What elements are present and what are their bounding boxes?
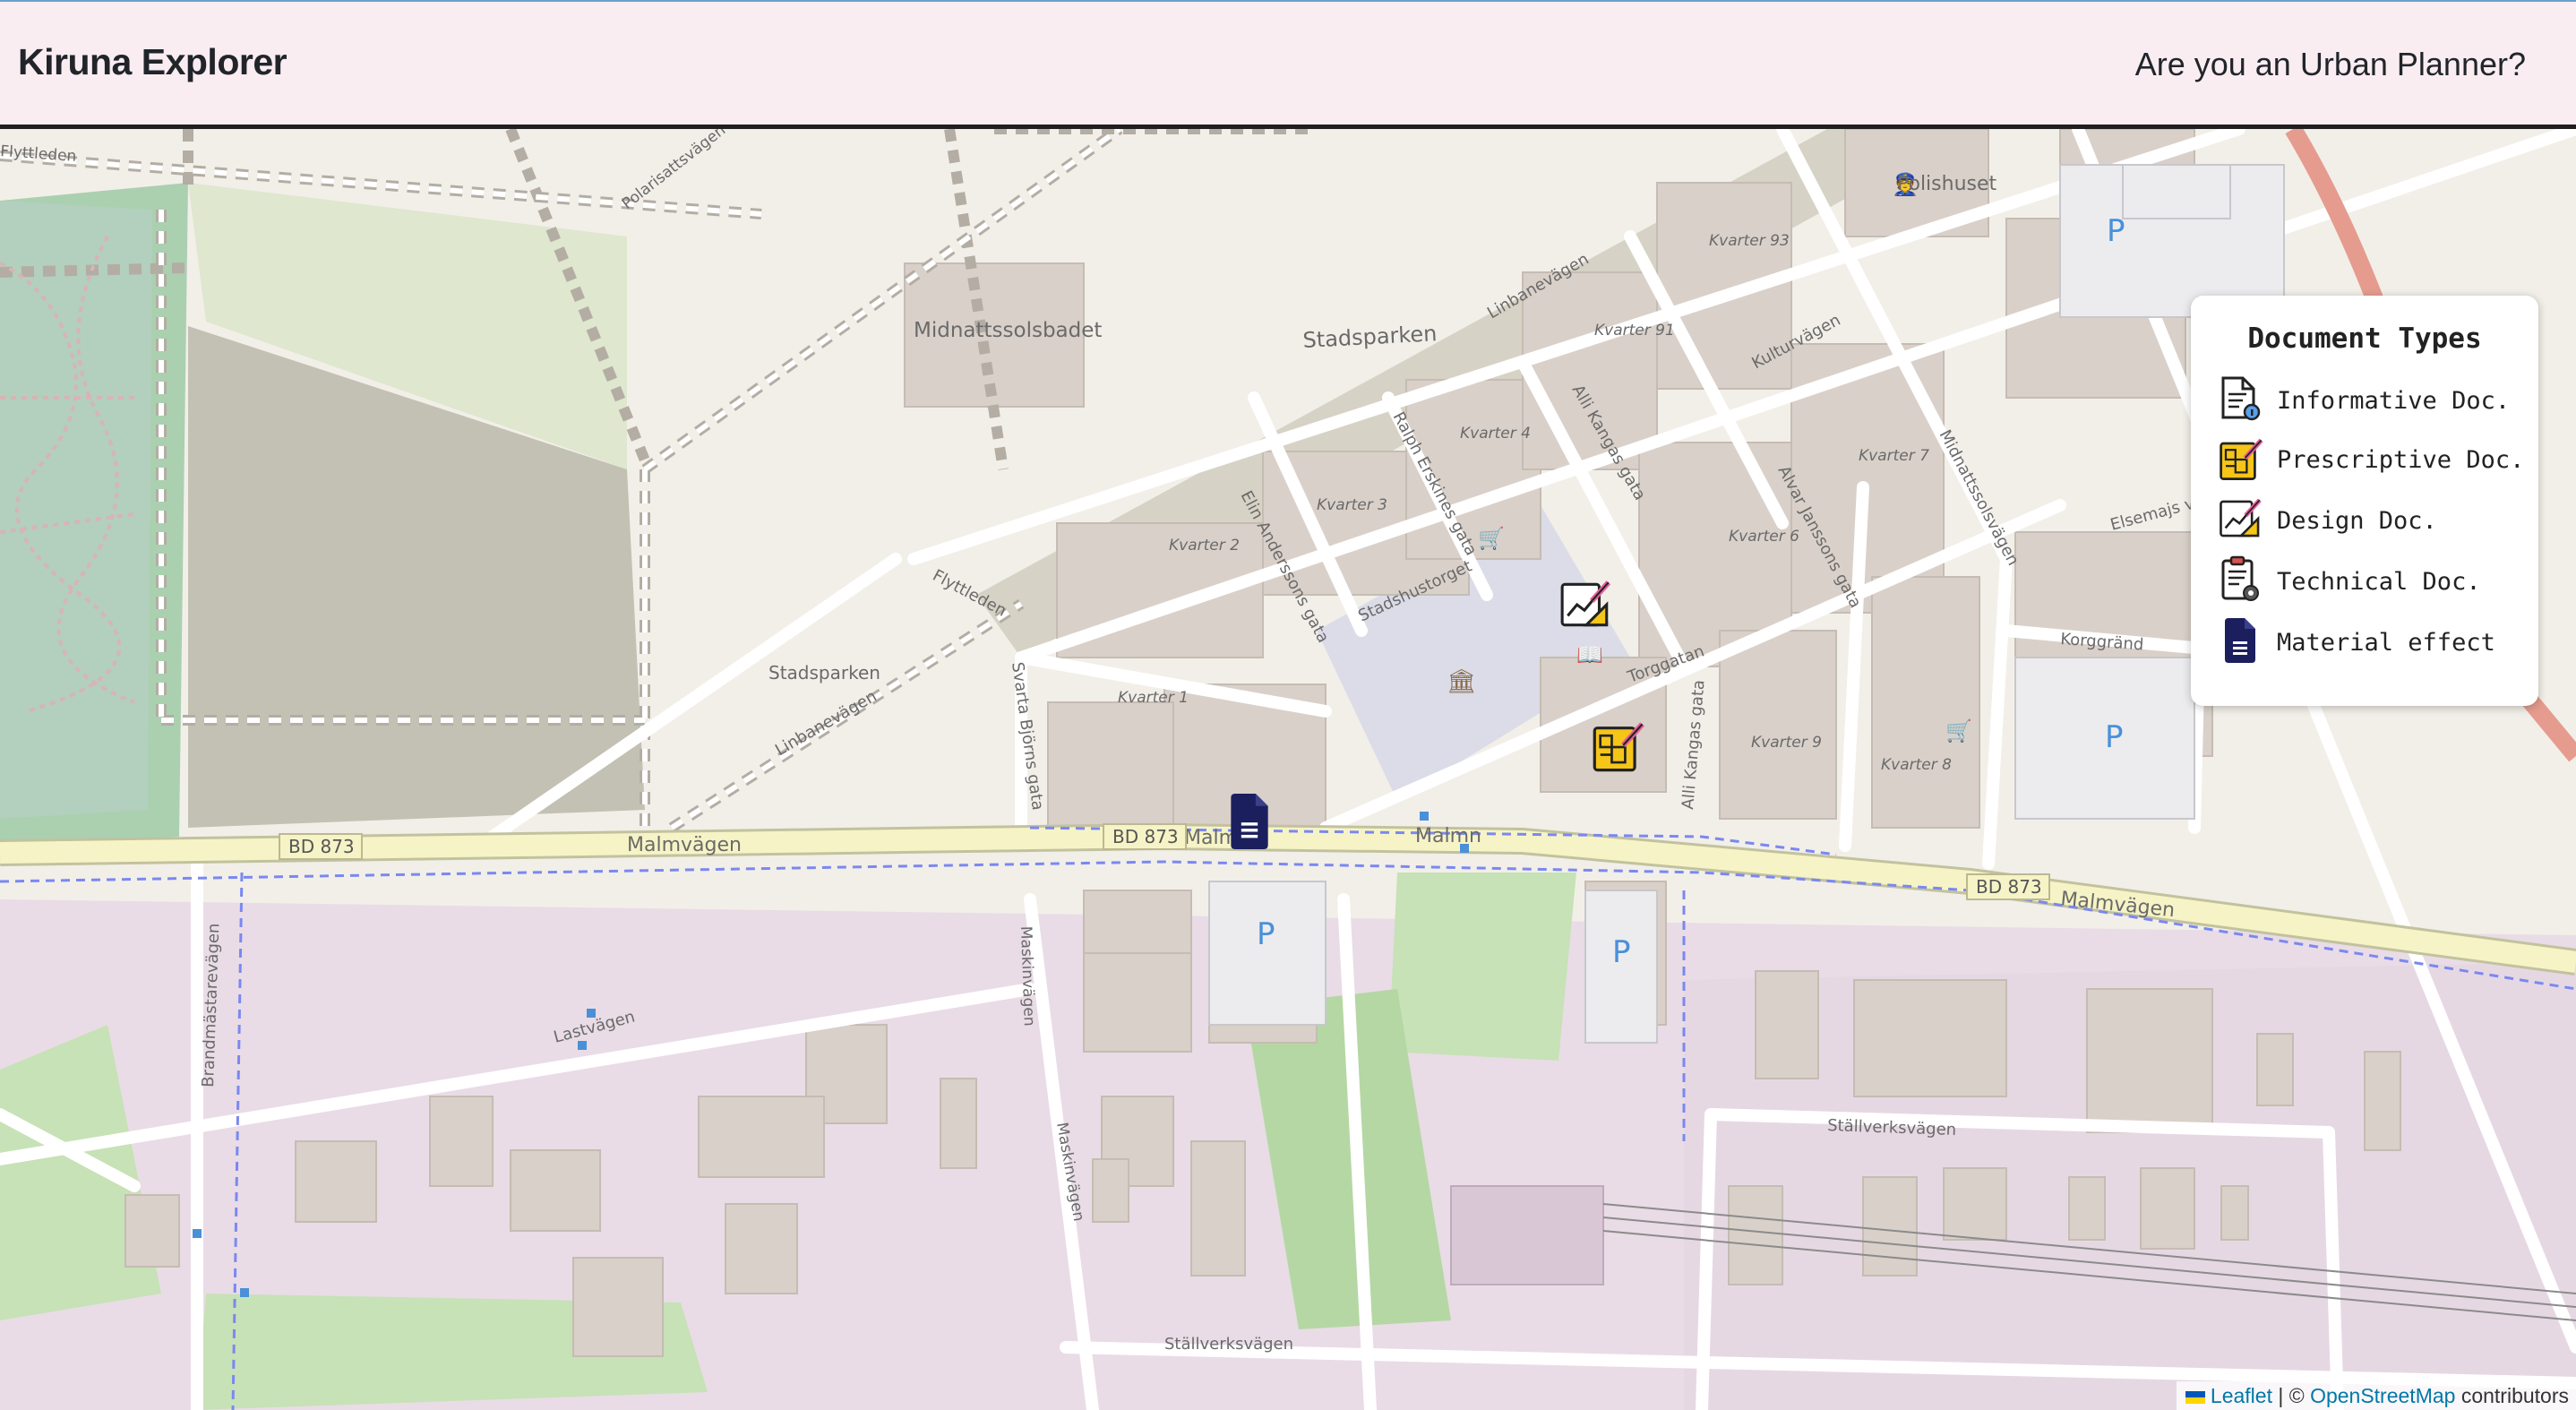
svg-text:📖: 📖 xyxy=(1576,642,1603,667)
svg-text:Kvarter 91: Kvarter 91 xyxy=(1594,322,1675,340)
app-title[interactable]: Kiruna Explorer xyxy=(18,41,288,83)
svg-text:Kvarter 6: Kvarter 6 xyxy=(1729,528,1799,546)
legend-item-prescriptive: Prescriptive Doc. xyxy=(2218,434,2531,487)
legend-item-design: Design Doc. xyxy=(2218,494,2531,548)
legend-item-informative: Informative Doc. xyxy=(2218,374,2531,428)
openstreetmap-link[interactable]: OpenStreetMap xyxy=(2310,1384,2455,1407)
svg-text:Kvarter 4: Kvarter 4 xyxy=(1460,425,1531,443)
legend-label-informative: Informative Doc. xyxy=(2277,387,2511,415)
svg-text:Kvarter 2: Kvarter 2 xyxy=(1169,537,1240,555)
svg-text:🏛: 🏛 xyxy=(1447,668,1476,695)
svg-text:Kvarter 3: Kvarter 3 xyxy=(1317,496,1387,514)
map-attribution: Leaflet | © OpenStreetMap contributors xyxy=(2176,1381,2576,1410)
legend-label-design: Design Doc. xyxy=(2277,507,2437,535)
svg-text:🛒: 🛒 xyxy=(1478,526,1505,551)
svg-text:Malmvägen: Malmvägen xyxy=(627,834,742,856)
prescriptive-doc-icon xyxy=(2220,438,2263,480)
map-tiles: 🏛 📖 👮 🛒 🛒 Midnattssolsbadet Stadsparken … xyxy=(0,129,2576,1410)
svg-text:P: P xyxy=(1612,934,1631,970)
prescriptive-doc-icon xyxy=(1593,722,1644,772)
ukraine-flag-icon xyxy=(2185,1391,2205,1404)
urban-planner-link[interactable]: Are you an Urban Planner? xyxy=(2135,46,2526,83)
svg-text:Kvarter 7: Kvarter 7 xyxy=(1859,447,1929,465)
svg-text:Kvarter 9: Kvarter 9 xyxy=(1751,734,1822,752)
document-types-legend: Document Types Informative Doc. Prescrip… xyxy=(2191,296,2538,706)
svg-text:P: P xyxy=(1257,916,1275,952)
design-doc-icon xyxy=(1560,580,1611,627)
svg-text:Polishuset: Polishuset xyxy=(1897,173,1997,195)
legend-item-material-effect: Material effect xyxy=(2218,616,2531,670)
informative-doc-icon xyxy=(2221,376,2261,421)
svg-text:Maskinvägen: Maskinvägen xyxy=(1017,925,1038,1026)
svg-text:🛒: 🛒 xyxy=(1945,718,1972,744)
attribution-suffix: contributors xyxy=(2455,1384,2569,1407)
svg-text:BD 873: BD 873 xyxy=(288,836,355,857)
svg-text:BD 873: BD 873 xyxy=(1976,876,2042,898)
svg-text:Kvarter 93: Kvarter 93 xyxy=(1709,232,1790,250)
legend-item-technical: Technical Doc. xyxy=(2218,555,2531,609)
map-container[interactable]: 🏛 📖 👮 🛒 🛒 Midnattssolsbadet Stadsparken … xyxy=(0,129,2576,1410)
svg-text:Stadsparken: Stadsparken xyxy=(769,662,880,684)
design-doc-marker[interactable] xyxy=(1558,577,1614,632)
leaflet-link[interactable]: Leaflet xyxy=(2211,1384,2272,1407)
material-effect-icon xyxy=(1231,794,1268,849)
navbar: Kiruna Explorer Are you an Urban Planner… xyxy=(0,0,2576,129)
design-doc-icon xyxy=(2220,498,2262,537)
material-effect-marker[interactable] xyxy=(1229,794,1270,849)
attribution-separator: | © xyxy=(2271,1384,2311,1407)
prescriptive-doc-marker[interactable] xyxy=(1591,718,1648,776)
svg-text:P: P xyxy=(2107,213,2125,249)
technical-doc-icon xyxy=(2221,555,2259,601)
legend-label-technical: Technical Doc. xyxy=(2277,568,2481,596)
legend-title: Document Types xyxy=(2247,322,2482,355)
legend-label-prescriptive: Prescriptive Doc. xyxy=(2277,446,2525,474)
material-effect-icon xyxy=(2225,618,2255,663)
svg-text:P: P xyxy=(2105,719,2124,755)
svg-text:Kvarter 1: Kvarter 1 xyxy=(1118,689,1189,707)
svg-text:BD 873: BD 873 xyxy=(1112,826,1179,847)
svg-text:Ställverksvägen: Ställverksvägen xyxy=(1164,1335,1293,1354)
svg-text:Midnattssolsbadet: Midnattssolsbadet xyxy=(914,319,1102,342)
legend-label-material-effect: Material effect xyxy=(2277,629,2495,657)
svg-text:Kvarter 8: Kvarter 8 xyxy=(1881,756,1952,774)
svg-text:Malmn: Malmn xyxy=(1415,825,1481,847)
